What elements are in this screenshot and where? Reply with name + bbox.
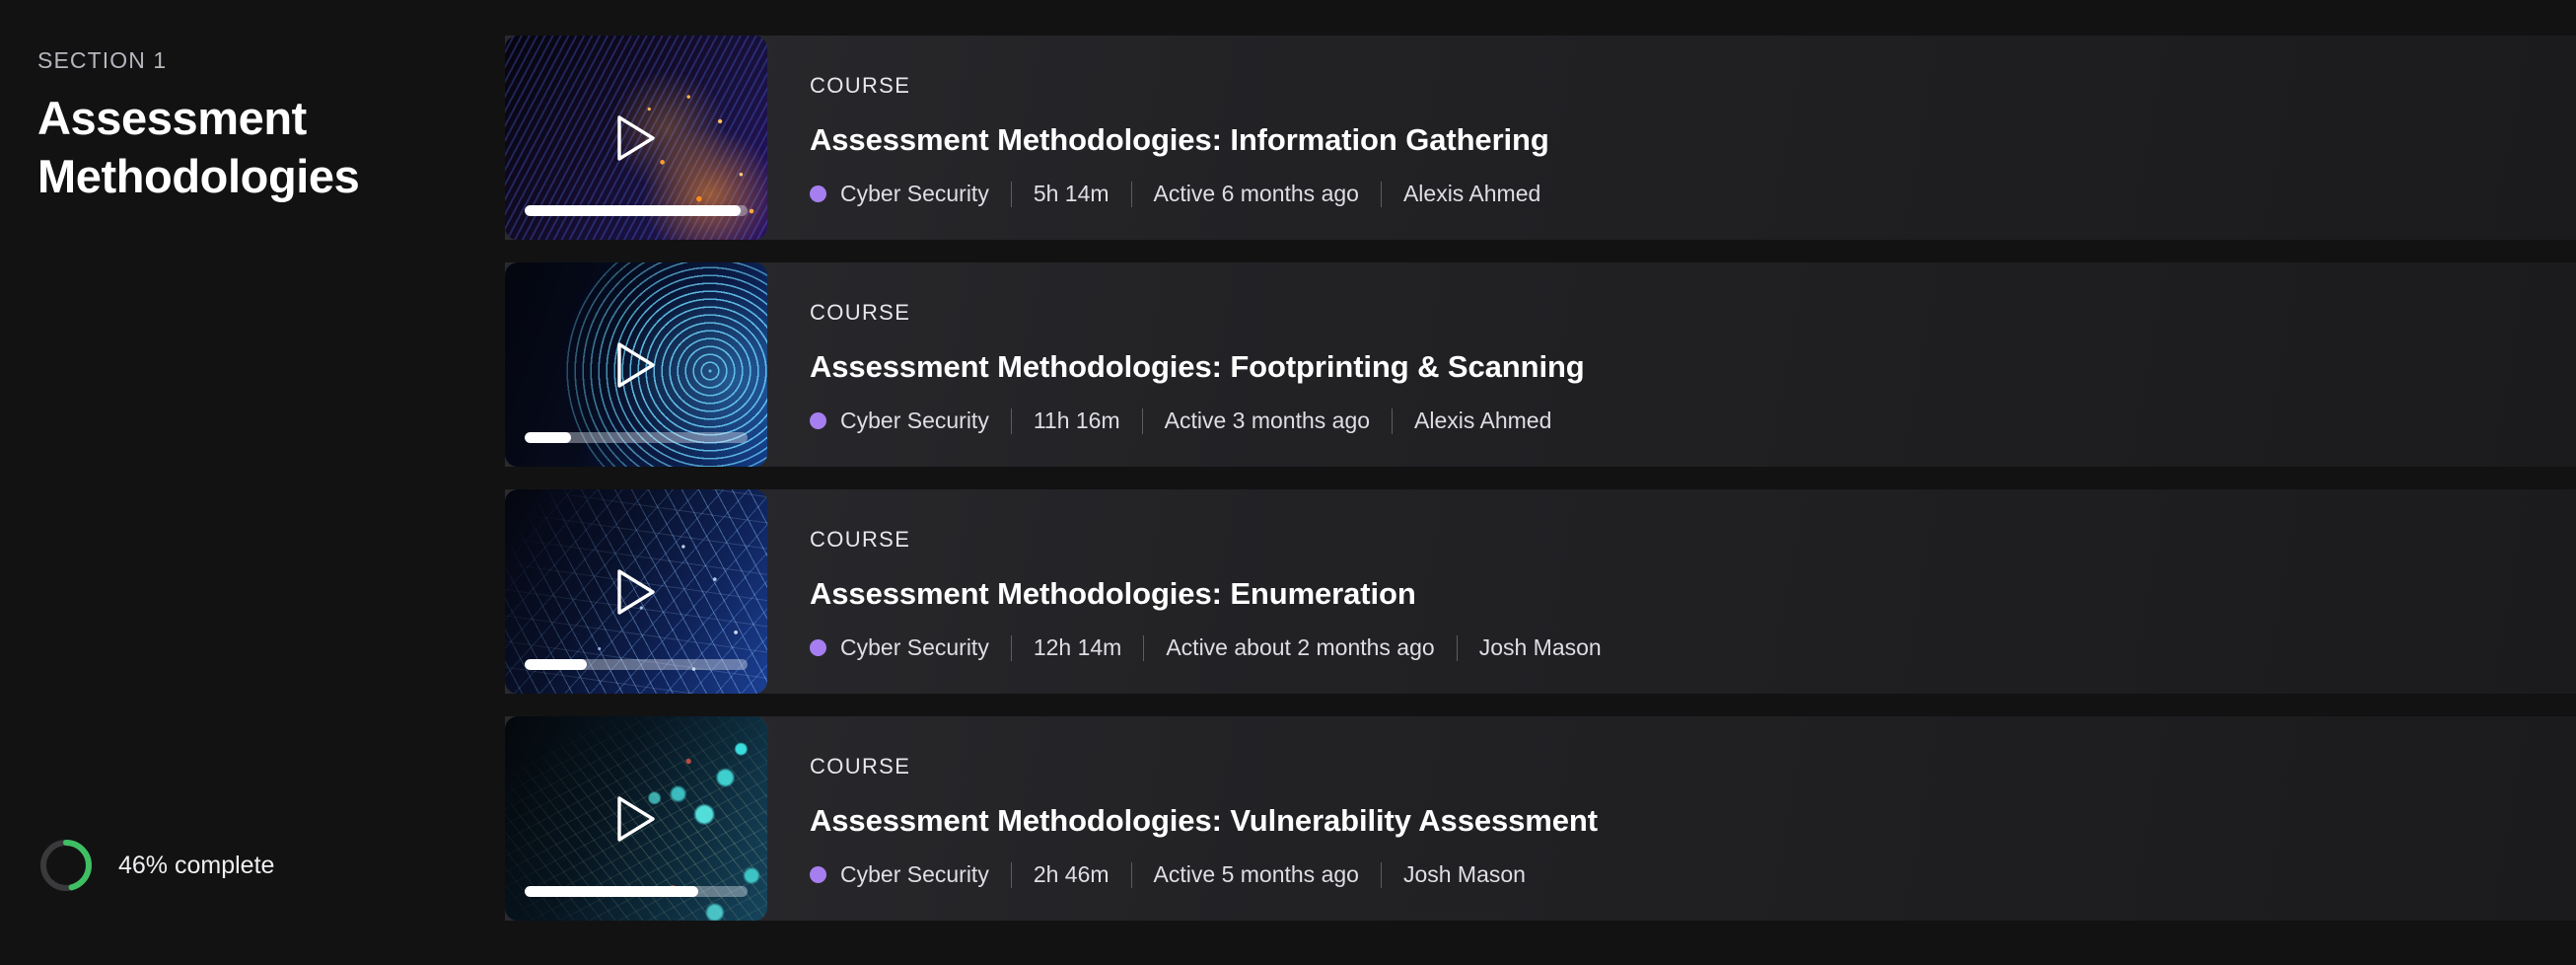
meta-divider	[1130, 861, 1132, 888]
course-thumbnail[interactable]	[505, 489, 767, 694]
course-thumbnail[interactable]	[505, 716, 767, 921]
course-meta-row: Cyber Security 5h 14m Active 6 months ag…	[810, 181, 2576, 207]
course-duration: 12h 14m	[1033, 634, 1122, 660]
course-category: Cyber Security	[840, 181, 989, 206]
video-progress-bar	[525, 432, 748, 443]
course-activity: Active 6 months ago	[1153, 181, 1359, 206]
course-card[interactable]: COURSE Assessment Methodologies: Enumera…	[505, 489, 2576, 694]
course-author: Josh Mason	[1402, 861, 1526, 887]
course-info: COURSE Assessment Methodologies: Vulnera…	[767, 716, 2576, 921]
course-activity: Active 5 months ago	[1153, 861, 1359, 887]
course-card[interactable]: COURSE Assessment Methodologies: Informa…	[505, 36, 2576, 240]
meta-divider	[1456, 634, 1458, 661]
course-card[interactable]: COURSE Assessment Methodologies: Vulnera…	[505, 716, 2576, 921]
meta-divider	[1130, 181, 1132, 207]
progress-ring-icon	[37, 837, 95, 894]
section-sidebar: SECTION 1 Assessment Methodologies 46% c…	[0, 0, 505, 965]
course-thumbnail[interactable]	[505, 36, 767, 240]
course-title[interactable]: Assessment Methodologies: Vulnerability …	[810, 803, 2576, 839]
course-type-label: COURSE	[810, 300, 911, 325]
meta-divider	[1380, 861, 1382, 888]
meta-divider	[1010, 861, 1012, 888]
meta-divider	[1010, 634, 1012, 661]
progress-label: 46% complete	[118, 851, 275, 879]
course-info: COURSE Assessment Methodologies: Enumera…	[767, 489, 2576, 694]
section-number-label: SECTION 1	[37, 47, 168, 73]
course-type-label: COURSE	[810, 527, 911, 552]
category-dot-icon	[810, 639, 826, 656]
course-list: COURSE Assessment Methodologies: Informa…	[505, 0, 2576, 965]
meta-divider	[1010, 181, 1012, 207]
category-dot-icon	[810, 186, 826, 202]
meta-divider	[1380, 181, 1382, 207]
meta-divider	[1392, 408, 1394, 434]
course-thumbnail[interactable]	[505, 262, 767, 467]
course-category: Cyber Security	[840, 408, 989, 433]
course-author: Alexis Ahmed	[1414, 408, 1552, 433]
course-type-label: COURSE	[810, 73, 911, 98]
course-duration: 5h 14m	[1033, 181, 1109, 206]
course-type-label: COURSE	[810, 754, 911, 779]
course-card[interactable]: COURSE Assessment Methodologies: Footpri…	[505, 262, 2576, 467]
course-duration: 11h 16m	[1033, 408, 1120, 433]
course-category: Cyber Security	[840, 861, 989, 887]
course-author: Alexis Ahmed	[1402, 181, 1541, 206]
video-progress-bar	[525, 205, 748, 216]
course-meta-row: Cyber Security 11h 16m Active 3 months a…	[810, 408, 2576, 434]
meta-divider	[1141, 408, 1143, 434]
course-meta-row: Cyber Security 12h 14m Active about 2 mo…	[810, 634, 2576, 661]
course-info: COURSE Assessment Methodologies: Informa…	[767, 36, 2576, 240]
course-meta-row: Cyber Security 2h 46m Active 5 months ag…	[810, 861, 2576, 888]
meta-divider	[1010, 408, 1012, 434]
course-category: Cyber Security	[840, 634, 989, 660]
page-title: Assessment Methodologies	[37, 91, 360, 202]
course-activity: Active 3 months ago	[1164, 408, 1371, 433]
section-progress: 46% complete	[37, 837, 274, 894]
category-dot-icon	[810, 412, 826, 429]
course-title[interactable]: Assessment Methodologies: Enumeration	[810, 576, 2576, 612]
video-progress-bar	[525, 659, 748, 670]
video-progress-bar	[525, 886, 748, 897]
course-title[interactable]: Assessment Methodologies: Information Ga…	[810, 122, 2576, 158]
category-dot-icon	[810, 866, 826, 883]
course-title[interactable]: Assessment Methodologies: Footprinting &…	[810, 349, 2576, 385]
meta-divider	[1143, 634, 1145, 661]
course-info: COURSE Assessment Methodologies: Footpri…	[767, 262, 2576, 467]
course-activity: Active about 2 months ago	[1166, 634, 1435, 660]
course-section-page: SECTION 1 Assessment Methodologies 46% c…	[0, 0, 2576, 965]
course-duration: 2h 46m	[1033, 861, 1109, 887]
course-author: Josh Mason	[1478, 634, 1602, 660]
